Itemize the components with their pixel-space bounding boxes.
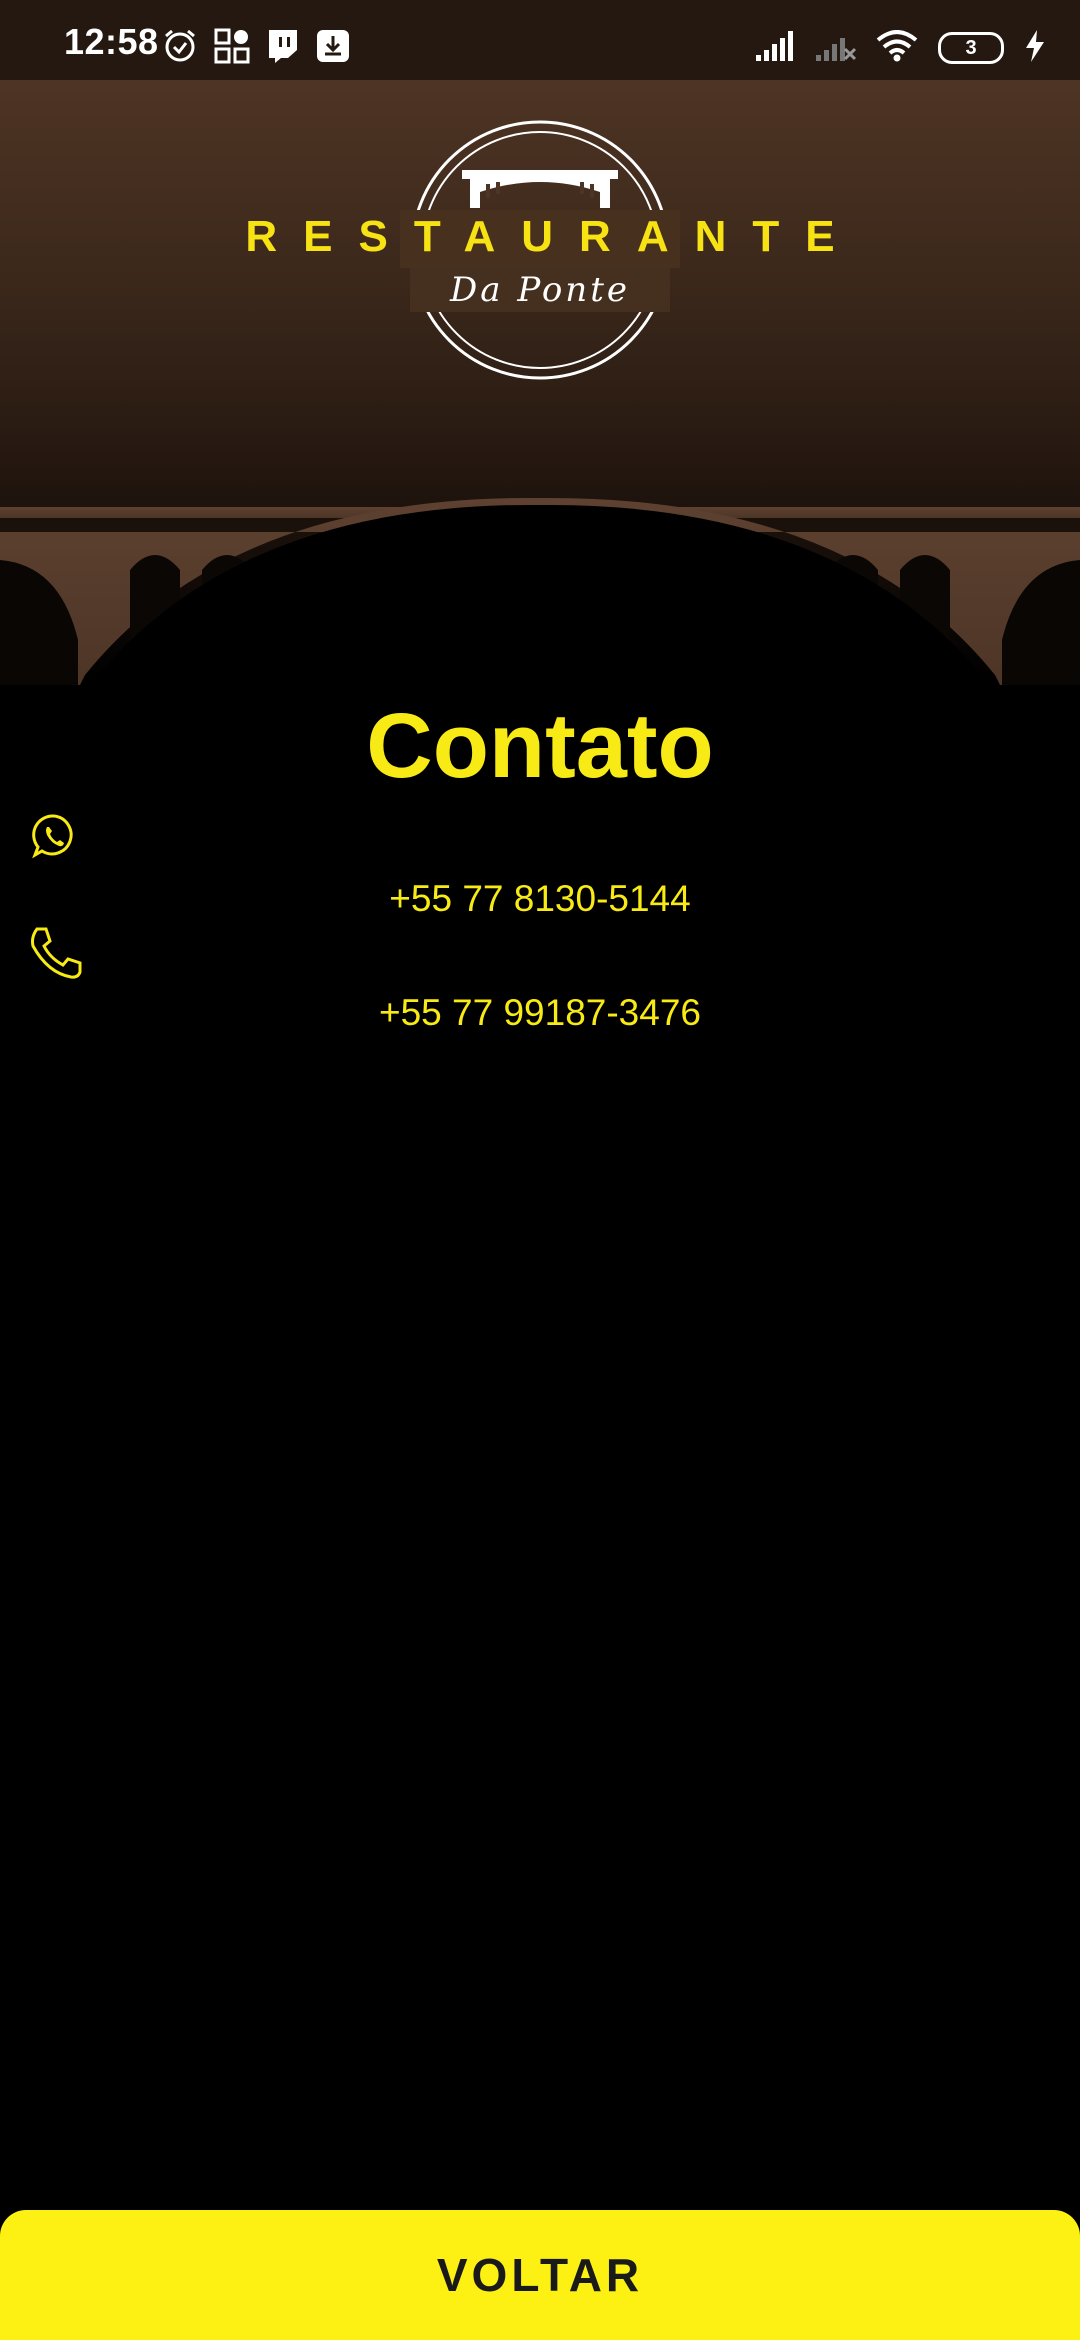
battery-icon: 3	[938, 32, 1004, 64]
wifi-icon	[876, 29, 918, 67]
status-bar: 12:58 3	[0, 0, 1080, 80]
page-title: Contato	[366, 695, 714, 797]
contact-phone-1[interactable]: +55 77 8130-5144	[0, 880, 1080, 917]
signal-no-service-icon	[816, 31, 857, 66]
phone-icon[interactable]	[28, 925, 84, 986]
logo-word: RESTAURANTE	[245, 212, 861, 261]
restaurant-logo: RESTAURANTE Da Ponte	[0, 80, 1080, 410]
download-icon	[316, 29, 350, 68]
contact-phone-2[interactable]: +55 77 99187-3476	[0, 994, 1080, 1031]
charging-icon	[1024, 29, 1046, 67]
status-time: 12:58	[64, 21, 159, 62]
status-icons-right: 3	[756, 28, 1046, 68]
bridge-illustration	[0, 497, 1080, 685]
back-button[interactable]: VOLTAR	[0, 2210, 1080, 2340]
grid-apps-icon	[214, 28, 250, 69]
whatsapp-icon[interactable]	[32, 813, 76, 864]
signal-icon	[756, 30, 796, 66]
logo-subtitle: Da Ponte	[450, 270, 630, 310]
twitch-icon	[266, 28, 300, 69]
alarm-icon	[162, 28, 198, 69]
header-banner: RESTAURANTE Da Ponte	[0, 80, 1080, 685]
status-icons-left	[162, 28, 350, 68]
